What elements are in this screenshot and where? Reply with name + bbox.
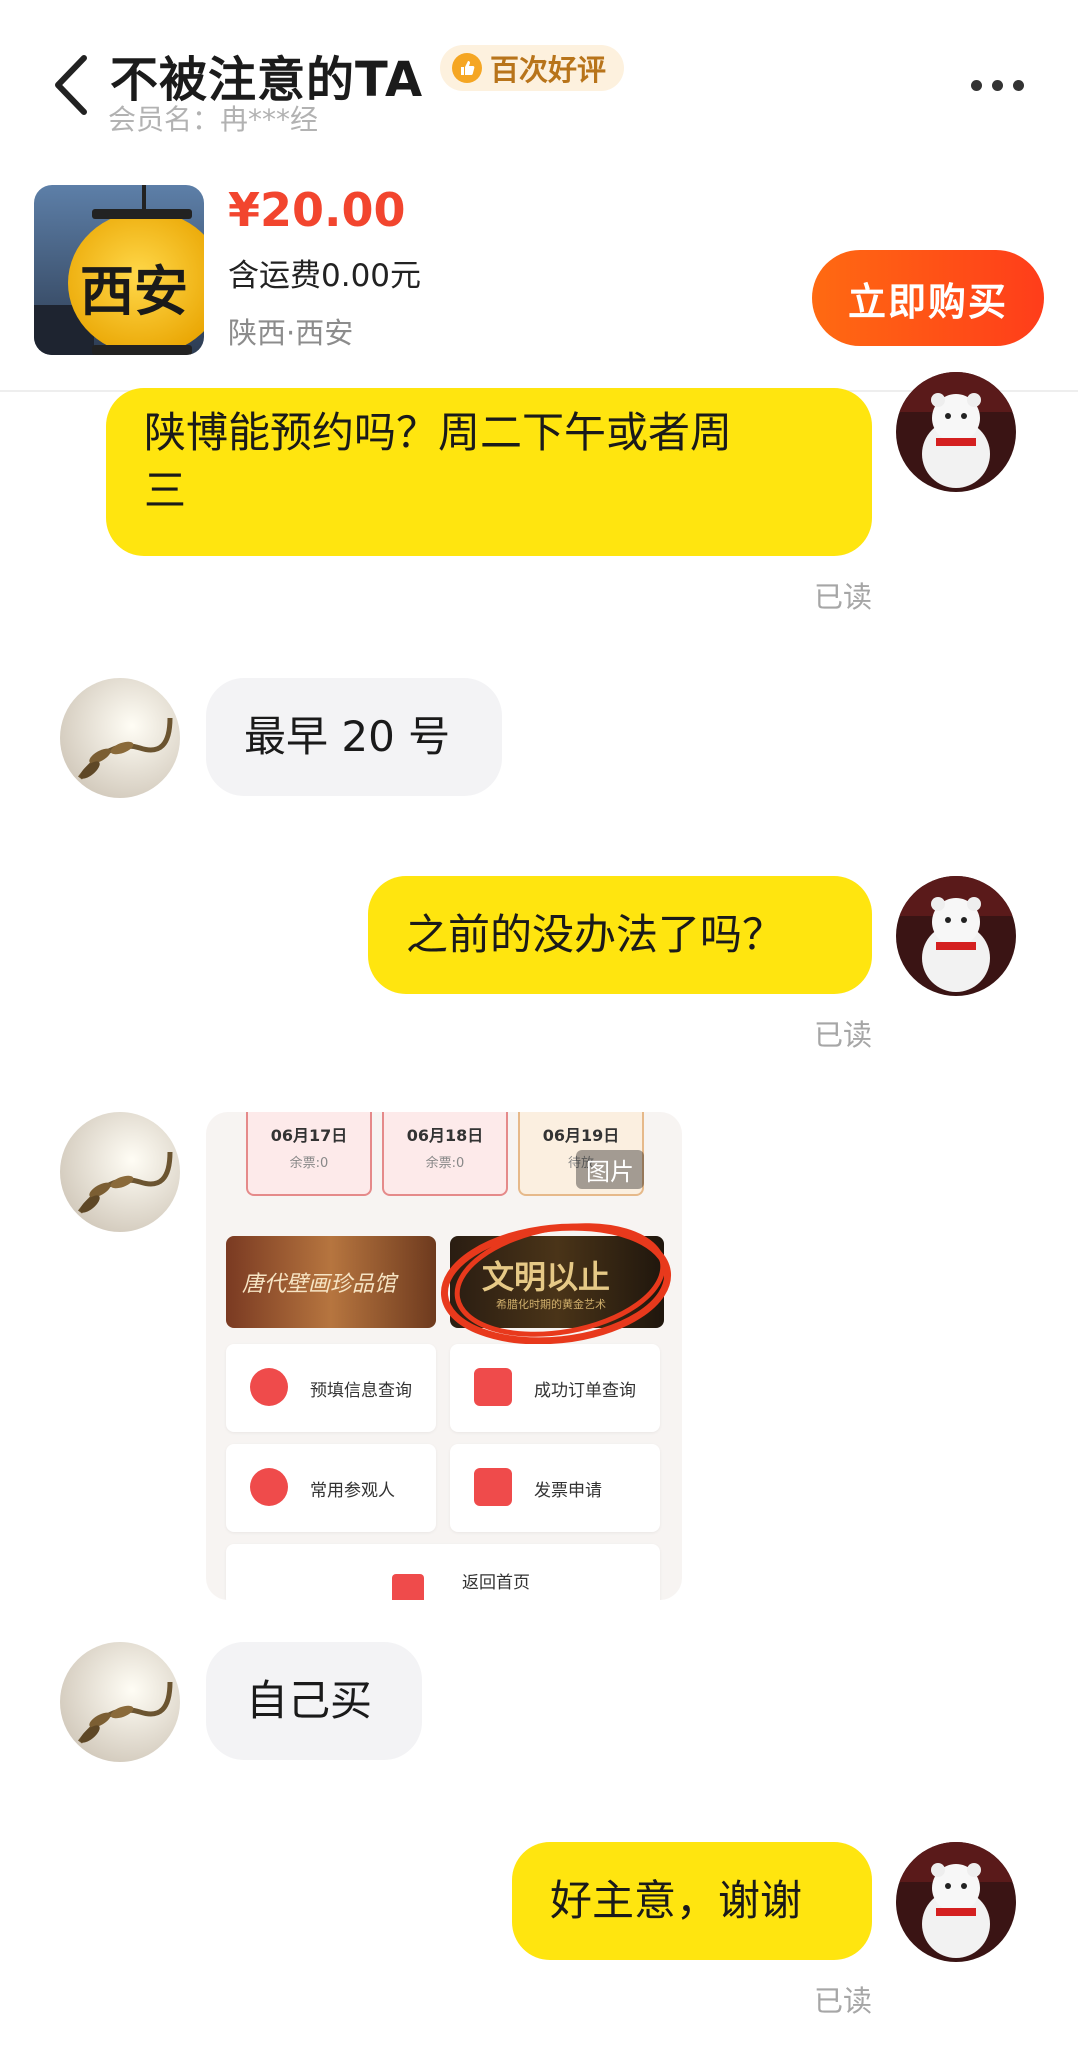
my-avatar[interactable]	[896, 372, 1016, 492]
buy-now-button[interactable]: 立即购买	[812, 250, 1044, 346]
home-icon	[392, 1574, 424, 1600]
badge-label: 百次好评	[490, 53, 607, 87]
read-status: 已读	[814, 1018, 873, 1052]
date-label: 06月18日	[406, 1126, 484, 1145]
seller-avatar-icon	[60, 1112, 180, 1232]
seller-avatar-icon	[60, 678, 180, 798]
shared-screenshot-image[interactable]: 06月17日 余票:0 06月18日 余票:0 06月19日 待放 图片 唐代壁…	[206, 1112, 682, 1600]
seller-avatar[interactable]	[60, 1642, 180, 1762]
message-text: 最早 20 号	[244, 712, 451, 761]
product-location: 陕西·西安	[228, 316, 354, 350]
back-button[interactable]	[50, 50, 100, 120]
rating-badge[interactable]: 百次好评	[440, 45, 625, 91]
read-status: 已读	[814, 1984, 873, 2018]
dot-icon	[1012, 79, 1024, 91]
thumbs-up-icon	[452, 53, 482, 83]
my-message-bubble[interactable]: 陕博能预约吗？周二下午或者周 三	[106, 388, 872, 556]
date-label: 06月17日	[270, 1126, 348, 1145]
tile-label: 常用参观人	[310, 1481, 395, 1501]
tile-label: 预填信息查询	[310, 1381, 412, 1401]
polar-bear-avatar-icon	[896, 372, 1016, 492]
date-card: 06月18日 余票:0	[382, 1112, 508, 1196]
dot-icon	[991, 79, 1003, 91]
menu-tile: 发票申请	[450, 1444, 660, 1532]
person-icon	[250, 1468, 288, 1506]
menu-tile-home: 返回首页	[226, 1544, 660, 1600]
shipping-info: 含运费0.00元	[228, 258, 422, 294]
date-card: 06月17日 余票:0	[246, 1112, 372, 1196]
read-status: 已读	[814, 580, 873, 614]
menu-tile: 常用参观人	[226, 1444, 436, 1532]
my-avatar[interactable]	[896, 876, 1016, 996]
menu-tile: 预填信息查询	[226, 1344, 436, 1432]
banner-title: 唐代壁画珍品馆	[242, 1272, 397, 1297]
product-thumbnail[interactable]: 西安	[34, 185, 204, 355]
seller-avatar[interactable]	[60, 1112, 180, 1232]
my-message-bubble[interactable]: 好主意，谢谢	[512, 1842, 872, 1960]
more-options-button[interactable]	[962, 70, 1032, 100]
message-text: 好主意，谢谢	[550, 1876, 803, 1925]
tile-label: 发票申请	[534, 1481, 602, 1501]
tickets-left: 余票:0	[289, 1156, 329, 1171]
tile-label: 成功订单查询	[534, 1381, 636, 1401]
tickets-left: 余票:0	[425, 1156, 465, 1171]
seller-avatar-icon	[60, 1642, 180, 1762]
clipboard-icon	[474, 1368, 512, 1406]
date-label: 06月19日	[542, 1126, 620, 1145]
polar-bear-avatar-icon	[896, 876, 1016, 996]
invoice-icon	[474, 1468, 512, 1506]
hand-drawn-circle-annotation	[440, 1223, 672, 1345]
tile-label: 返回首页	[462, 1573, 530, 1593]
alarm-clock-icon	[250, 1368, 288, 1406]
menu-tile: 成功订单查询	[450, 1344, 660, 1432]
message-text: 之前的没办法了吗？	[406, 910, 785, 959]
my-avatar[interactable]	[896, 1842, 1016, 1962]
thumbnail-text: 西安	[80, 259, 188, 323]
message-text: 自己买	[246, 1676, 373, 1725]
chevron-left-icon	[55, 55, 87, 115]
product-price: ¥20.00	[228, 183, 406, 237]
my-message-bubble[interactable]: 之前的没办法了吗？	[368, 876, 872, 994]
polar-bear-avatar-icon	[896, 1842, 1016, 1962]
exhibit-banner-murals: 唐代壁画珍品馆	[226, 1236, 436, 1328]
seller-message-bubble[interactable]: 自己买	[206, 1642, 422, 1760]
seller-avatar[interactable]	[60, 678, 180, 798]
dot-icon	[970, 79, 982, 91]
message-text-line: 三	[144, 466, 187, 515]
message-text-line: 陕博能预约吗？周二下午或者周	[144, 408, 733, 457]
seller-message-bubble[interactable]: 最早 20 号	[206, 678, 502, 796]
image-tag: 图片	[576, 1150, 644, 1189]
member-name: 会员名：冉***经	[108, 103, 319, 136]
